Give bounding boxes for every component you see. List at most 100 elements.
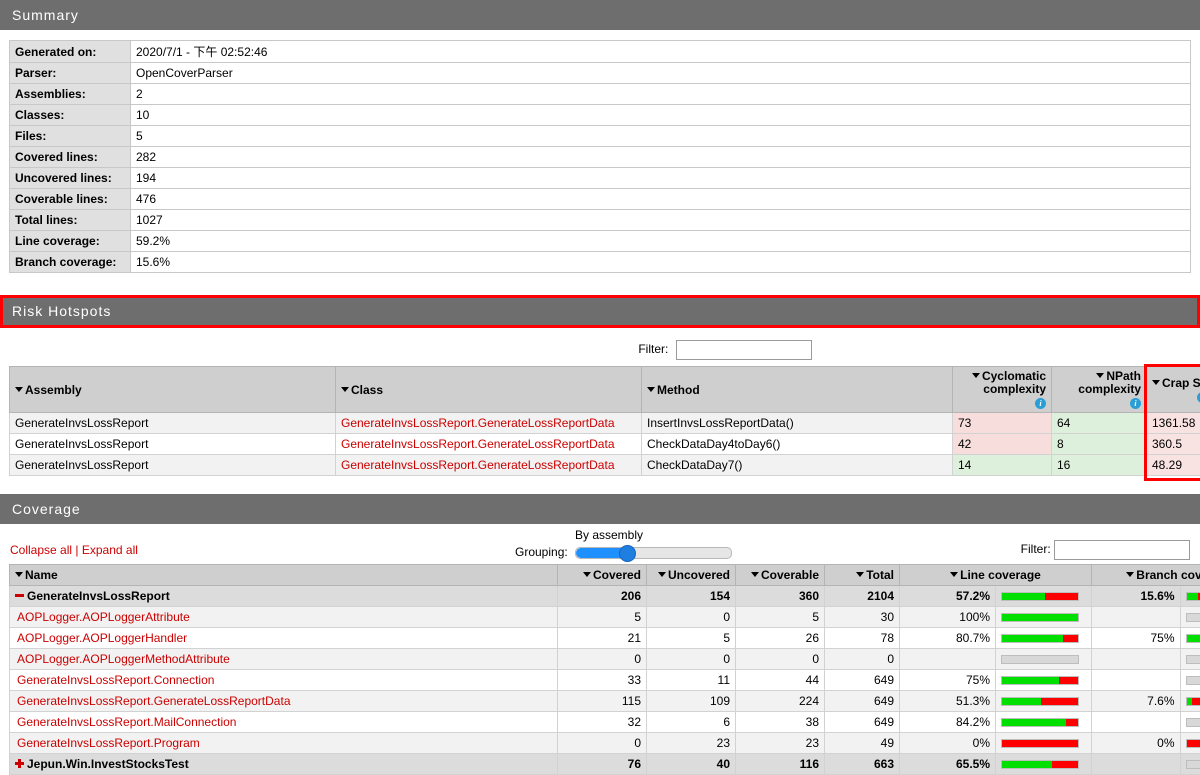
risk-header-crap-score[interactable]: Crap Score i (1147, 367, 1200, 413)
coverage-header-name[interactable]: Name (10, 565, 558, 586)
info-icon[interactable]: i (1035, 398, 1046, 409)
coverage-header-line-coverage[interactable]: Line coverage (900, 565, 1092, 586)
coverage-header-branch-coverage[interactable]: Branch coverage (1092, 565, 1200, 586)
branch-coverage-bar (1186, 634, 1200, 643)
risk-header-assembly-label: Assembly (25, 383, 82, 397)
coverage-cell-uncovered: 0 (647, 649, 736, 670)
coverage-name-link[interactable]: GenerateInvsLossReport (27, 589, 170, 603)
coverage-cell-covered: 0 (558, 649, 647, 670)
sort-caret-icon (751, 572, 759, 577)
coverage-cell-line-coverage (900, 649, 996, 670)
risk-cell-class[interactable]: GenerateInvsLossReport.GenerateLossRepor… (336, 455, 642, 476)
summary-row-label: Generated on: (10, 41, 131, 63)
coverage-table-row: GenerateInvsLossReport.Connection3311446… (10, 670, 1200, 691)
risk-header-method[interactable]: Method (642, 367, 953, 413)
expand-all-link[interactable]: Expand all (82, 543, 138, 557)
coverage-name-link[interactable]: AOPLogger.AOPLoggerAttribute (17, 610, 190, 624)
coverage-name-link[interactable]: GenerateInvsLossReport.Program (17, 736, 200, 750)
slider-knob[interactable] (619, 545, 636, 562)
summary-row-label: Total lines: (10, 210, 131, 231)
info-icon[interactable]: i (1197, 392, 1200, 403)
grouping-value-label: By assembly (575, 528, 643, 542)
sort-caret-icon (856, 572, 864, 577)
plus-icon[interactable] (15, 759, 24, 768)
coverage-header-total[interactable]: Total (825, 565, 900, 586)
risk-cell-crap-score: 1361.58 (1147, 413, 1200, 434)
risk-cell-cyclomatic: 14 (953, 455, 1052, 476)
coverage-cell-total: 78 (825, 628, 900, 649)
coverage-cell-uncovered: 23 (647, 733, 736, 754)
coverage-cell-line-bar (996, 607, 1092, 628)
coverage-header-covered[interactable]: Covered (558, 565, 647, 586)
coverage-cell-branch-bar (1180, 754, 1200, 775)
risk-cell-cyclomatic: 42 (953, 434, 1052, 455)
summary-row-label: Parser: (10, 63, 131, 84)
coverage-cell-total: 649 (825, 670, 900, 691)
coverage-cell-name: AOPLogger.AOPLoggerAttribute (10, 607, 558, 628)
coverage-cell-covered: 206 (558, 586, 647, 607)
link-separator: | (75, 543, 78, 557)
risk-header-cyclomatic-complexity[interactable]: Cyclomatic complexity i (953, 367, 1052, 413)
coverage-cell-line-coverage: 65.5% (900, 754, 996, 775)
coverage-cell-line-bar (996, 733, 1092, 754)
sort-caret-icon (1096, 373, 1104, 378)
risk-header-npath-complexity[interactable]: NPath complexity i (1052, 367, 1147, 413)
risk-filter-label: Filter: (638, 342, 668, 356)
expand-collapse-links: Collapse all | Expand all (10, 543, 138, 557)
grouping-slider[interactable] (575, 547, 732, 559)
coverage-cell-line-bar (996, 670, 1092, 691)
coverage-name-link[interactable]: GenerateInvsLossReport.MailConnection (17, 715, 236, 729)
sort-caret-icon (1152, 380, 1160, 385)
coverage-name-link[interactable]: GenerateInvsLossReport.GenerateLossRepor… (17, 694, 291, 708)
coverage-cell-line-bar (996, 712, 1092, 733)
line-coverage-bar (1001, 634, 1079, 643)
line-coverage-bar (1001, 655, 1079, 664)
coverage-cell-branch-bar (1180, 670, 1200, 691)
coverage-cell-total: 649 (825, 712, 900, 733)
coverage-filter-label: Filter: (1021, 542, 1051, 556)
coverage-cell-coverable: 5 (736, 607, 825, 628)
summary-row-label: Classes: (10, 105, 131, 126)
coverage-name-link[interactable]: AOPLogger.AOPLoggerMethodAttribute (17, 652, 230, 666)
coverage-toolbar: Collapse all | Expand all By assembly Gr… (10, 524, 1190, 564)
summary-row: Total lines:1027 (10, 210, 1191, 231)
coverage-header-coverable[interactable]: Coverable (736, 565, 825, 586)
coverage-cell-line-coverage: 57.2% (900, 586, 996, 607)
coverage-table: Name Covered Uncovered Coverable Total L… (9, 564, 1200, 775)
sort-caret-icon (341, 387, 349, 392)
coverage-cell-total: 2104 (825, 586, 900, 607)
summary-row-label: Uncovered lines: (10, 168, 131, 189)
summary-row: Branch coverage:15.6% (10, 252, 1191, 273)
coverage-cell-name: GenerateInvsLossReport.Program (10, 733, 558, 754)
coverage-filter-input[interactable] (1054, 540, 1190, 560)
risk-hotspots-title: Risk Hotspots (12, 303, 111, 319)
summary-row: Line coverage:59.2% (10, 231, 1191, 252)
risk-cell-class[interactable]: GenerateInvsLossReport.GenerateLossRepor… (336, 434, 642, 455)
coverage-cell-branch-coverage (1092, 670, 1181, 691)
coverage-cell-branch-coverage: 0% (1092, 733, 1181, 754)
coverage-name-link[interactable]: Jepun.Win.InvestStocksTest (27, 757, 189, 771)
collapse-all-link[interactable]: Collapse all (10, 543, 72, 557)
risk-table-row: GenerateInvsLossReportGenerateInvsLossRe… (10, 434, 1200, 455)
line-coverage-bar (1001, 697, 1079, 706)
risk-header-assembly[interactable]: Assembly (10, 367, 336, 413)
minus-icon[interactable] (15, 591, 24, 600)
coverage-cell-line-coverage: 0% (900, 733, 996, 754)
summary-row-label: Coverable lines: (10, 189, 131, 210)
risk-cell-method: InsertInvsLossReportData() (642, 413, 953, 434)
coverage-table-row: GenerateInvsLossReport.MailConnection326… (10, 712, 1200, 733)
summary-row-value: 194 (131, 168, 1191, 189)
coverage-name-link[interactable]: AOPLogger.AOPLoggerHandler (17, 631, 187, 645)
coverage-header-uncovered[interactable]: Uncovered (647, 565, 736, 586)
coverage-cell-coverable: 38 (736, 712, 825, 733)
risk-cell-assembly: GenerateInvsLossReport (10, 413, 336, 434)
risk-filter-input[interactable] (676, 340, 812, 360)
coverage-cell-line-bar (996, 649, 1092, 670)
coverage-name-link[interactable]: GenerateInvsLossReport.Connection (17, 673, 214, 687)
coverage-cell-line-bar (996, 586, 1092, 607)
sort-caret-icon (647, 387, 655, 392)
summary-row: Covered lines:282 (10, 147, 1191, 168)
info-icon[interactable]: i (1130, 398, 1141, 409)
risk-header-class[interactable]: Class (336, 367, 642, 413)
risk-cell-class[interactable]: GenerateInvsLossReport.GenerateLossRepor… (336, 413, 642, 434)
